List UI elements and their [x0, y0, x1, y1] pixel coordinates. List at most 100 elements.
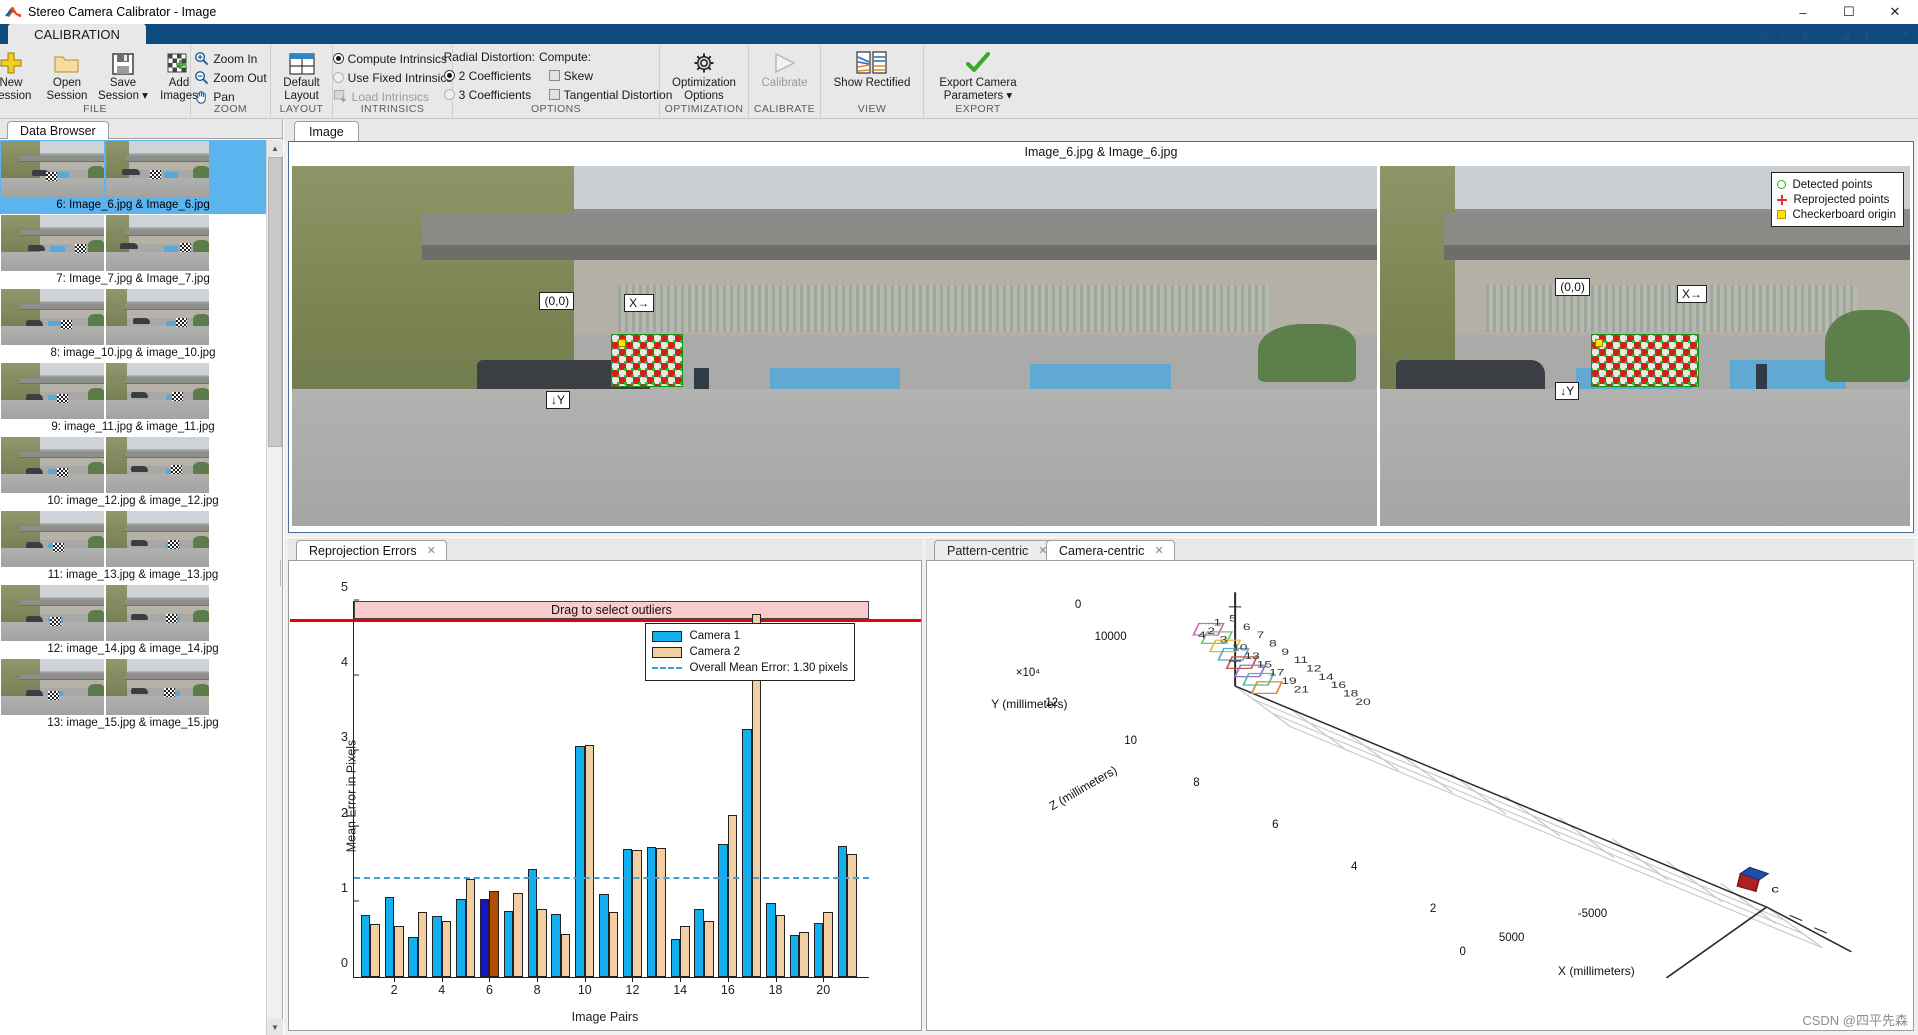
two-coefficients-option[interactable]: 2 Coefficients [440, 66, 545, 85]
tab-pattern-centric-label: Pattern-centric [947, 543, 1029, 558]
chart-bar[interactable] [408, 937, 418, 977]
zoom-in-button[interactable]: Zoom In [190, 49, 270, 68]
chart-bar[interactable] [417, 912, 428, 977]
list-item[interactable]: 6: Image_6.jpg & Image_6.jpg [0, 140, 266, 214]
chart-bar[interactable] [823, 911, 833, 977]
right-camera-image[interactable]: (0,0) X→ ↓Y Detected points Reprojected … [1380, 166, 1910, 526]
zoom-out-button[interactable]: Zoom Out [190, 68, 270, 87]
layout-tool-5-icon[interactable]: ◪ [1836, 26, 1854, 42]
chart-bar[interactable] [384, 897, 395, 977]
chart-bar[interactable] [656, 848, 666, 977]
chart-bar[interactable] [799, 931, 809, 977]
chart-bar[interactable] [680, 925, 690, 977]
data-browser-scrollbar[interactable]: ▲ ▼ [266, 140, 283, 1035]
list-item[interactable]: 12: image_14.jpg & image_14.jpg [0, 584, 266, 658]
chart-bar[interactable] [527, 868, 538, 977]
list-item[interactable]: 7: Image_7.jpg & Image_7.jpg [0, 214, 266, 288]
left-camera-image[interactable]: (0,0) X→ ↓Y [292, 166, 1378, 526]
chart-bar[interactable] [694, 908, 704, 977]
chart-bar[interactable] [837, 846, 848, 977]
extrinsics-plot-body[interactable]: 12 34 56 78 9 10 11 12 13 14 15 16 17 18 19 20 [926, 560, 1914, 1031]
compute-intrinsics-label: Compute Intrinsics [347, 51, 448, 66]
layout-tool-4-icon[interactable]: ◫ [1816, 26, 1834, 42]
list-item[interactable]: 8: image_10.jpg & image_10.jpg [0, 288, 266, 362]
reprojection-chart-body[interactable]: Mean Error in Pixels Image Pairs Drag to… [288, 560, 922, 1031]
minimize-button[interactable]: – [1780, 0, 1826, 24]
layout-tool-2-icon[interactable]: ▤ [1776, 26, 1794, 42]
chart-bar[interactable] [742, 728, 752, 977]
z-tick-4: 4 [1350, 861, 1358, 874]
scrollbar-thumb[interactable] [268, 157, 282, 447]
chart-bar[interactable] [704, 920, 714, 977]
tab-camera-centric[interactable]: Camera-centric ✕ [1046, 540, 1175, 560]
chart-bar[interactable] [847, 853, 857, 977]
chart-bar[interactable] [537, 908, 547, 977]
chart-bar[interactable] [551, 913, 561, 977]
tab-image[interactable]: Image [294, 121, 359, 141]
chart-y-tick-mark [354, 599, 359, 601]
chart-bar[interactable] [599, 893, 609, 977]
new-session-button[interactable]: NewSession [0, 47, 39, 102]
chart-bar[interactable] [465, 879, 476, 977]
tab-calibration[interactable]: CALIBRATION [8, 24, 146, 44]
chart-bar[interactable] [479, 898, 490, 977]
image-canvas[interactable]: Image_6.jpg & Image_6.jpg (0,0) X→ ↓Y (0… [288, 141, 1914, 533]
scroll-down-icon[interactable]: ▼ [267, 1019, 283, 1035]
layout-tool-6-icon[interactable]: ◨ [1856, 26, 1874, 42]
overall-mean-line [354, 877, 869, 880]
chart-bar[interactable] [775, 914, 786, 977]
tab-reprojection-errors[interactable]: Reprojection Errors ✕ [296, 540, 447, 560]
chart-bar[interactable] [394, 925, 404, 977]
thumbnail-right [106, 215, 209, 271]
chart-bar[interactable] [608, 912, 619, 977]
chart-bar[interactable] [632, 849, 642, 977]
close-icon[interactable]: ✕ [427, 544, 436, 557]
close-button[interactable]: ✕ [1872, 0, 1918, 24]
data-browser-list[interactable]: 6: Image_6.jpg & Image_6.jpg 7: Image_7.… [0, 140, 266, 1035]
chevron-down-icon[interactable]: ▾ [1896, 26, 1914, 42]
chart-bar[interactable] [584, 744, 595, 977]
tab-data-browser[interactable]: Data Browser [7, 121, 109, 139]
chart-bar[interactable] [670, 938, 681, 977]
chart-bar[interactable] [575, 746, 585, 977]
close-icon[interactable]: ✕ [1154, 544, 1163, 557]
legend-label-checkerboard-origin: Checkerboard origin [1792, 208, 1896, 221]
export-camera-parameters-button[interactable]: Export Camera Parameters ▾ [926, 47, 1030, 102]
default-layout-button[interactable]: Default Layout [274, 47, 330, 102]
chart-bar[interactable] [513, 892, 523, 977]
list-item[interactable]: 11: image_13.jpg & image_13.jpg [0, 510, 266, 584]
chart-bar[interactable] [489, 890, 499, 977]
save-session-button[interactable]: Save Session ▾ [95, 47, 151, 102]
tab-pattern-centric[interactable]: Pattern-centric ✕ [934, 540, 1059, 560]
layout-tool-1-icon[interactable]: ▦ [1756, 26, 1774, 42]
open-session-button[interactable]: Open Session [39, 47, 95, 102]
chart-bar[interactable] [432, 916, 442, 977]
layout-tool-3-icon[interactable]: ▣ [1796, 26, 1814, 42]
list-item[interactable]: 10: image_12.jpg & image_12.jpg [0, 436, 266, 510]
chart-bar[interactable] [560, 934, 571, 977]
chart-bar[interactable] [766, 903, 776, 977]
chart-bar[interactable] [813, 922, 824, 977]
maximize-button[interactable]: ☐ [1826, 0, 1872, 24]
chart-bar[interactable] [370, 923, 380, 977]
list-item[interactable]: 9: image_11.jpg & image_11.jpg [0, 362, 266, 436]
chart-bar[interactable] [360, 915, 371, 977]
chart-bar[interactable] [646, 846, 657, 977]
show-rectified-button[interactable]: Show Rectified [825, 47, 920, 90]
chart-bar[interactable] [456, 898, 466, 977]
chart-bar[interactable] [727, 814, 738, 977]
chart-bar[interactable] [789, 934, 800, 977]
outlier-selection-bar[interactable]: Drag to select outliers [354, 601, 869, 619]
list-item[interactable]: 13: image_15.jpg & image_15.jpg [0, 658, 266, 732]
chart-y-tick-label: 5 [341, 580, 348, 594]
chart-bar[interactable] [441, 920, 452, 977]
chart-bar[interactable] [503, 910, 514, 977]
calibrate-button[interactable]: Calibrate [751, 47, 819, 90]
skew-option[interactable]: Skew [545, 66, 677, 85]
optimization-options-button[interactable]: Optimization Options [670, 47, 738, 102]
chart-bar[interactable] [622, 849, 633, 977]
help-icon[interactable]: ⓘ [1876, 26, 1894, 42]
chart-bar[interactable] [718, 843, 728, 977]
ribbon: NewSession OpenSession [0, 44, 1918, 119]
scroll-up-icon[interactable]: ▲ [267, 140, 283, 156]
